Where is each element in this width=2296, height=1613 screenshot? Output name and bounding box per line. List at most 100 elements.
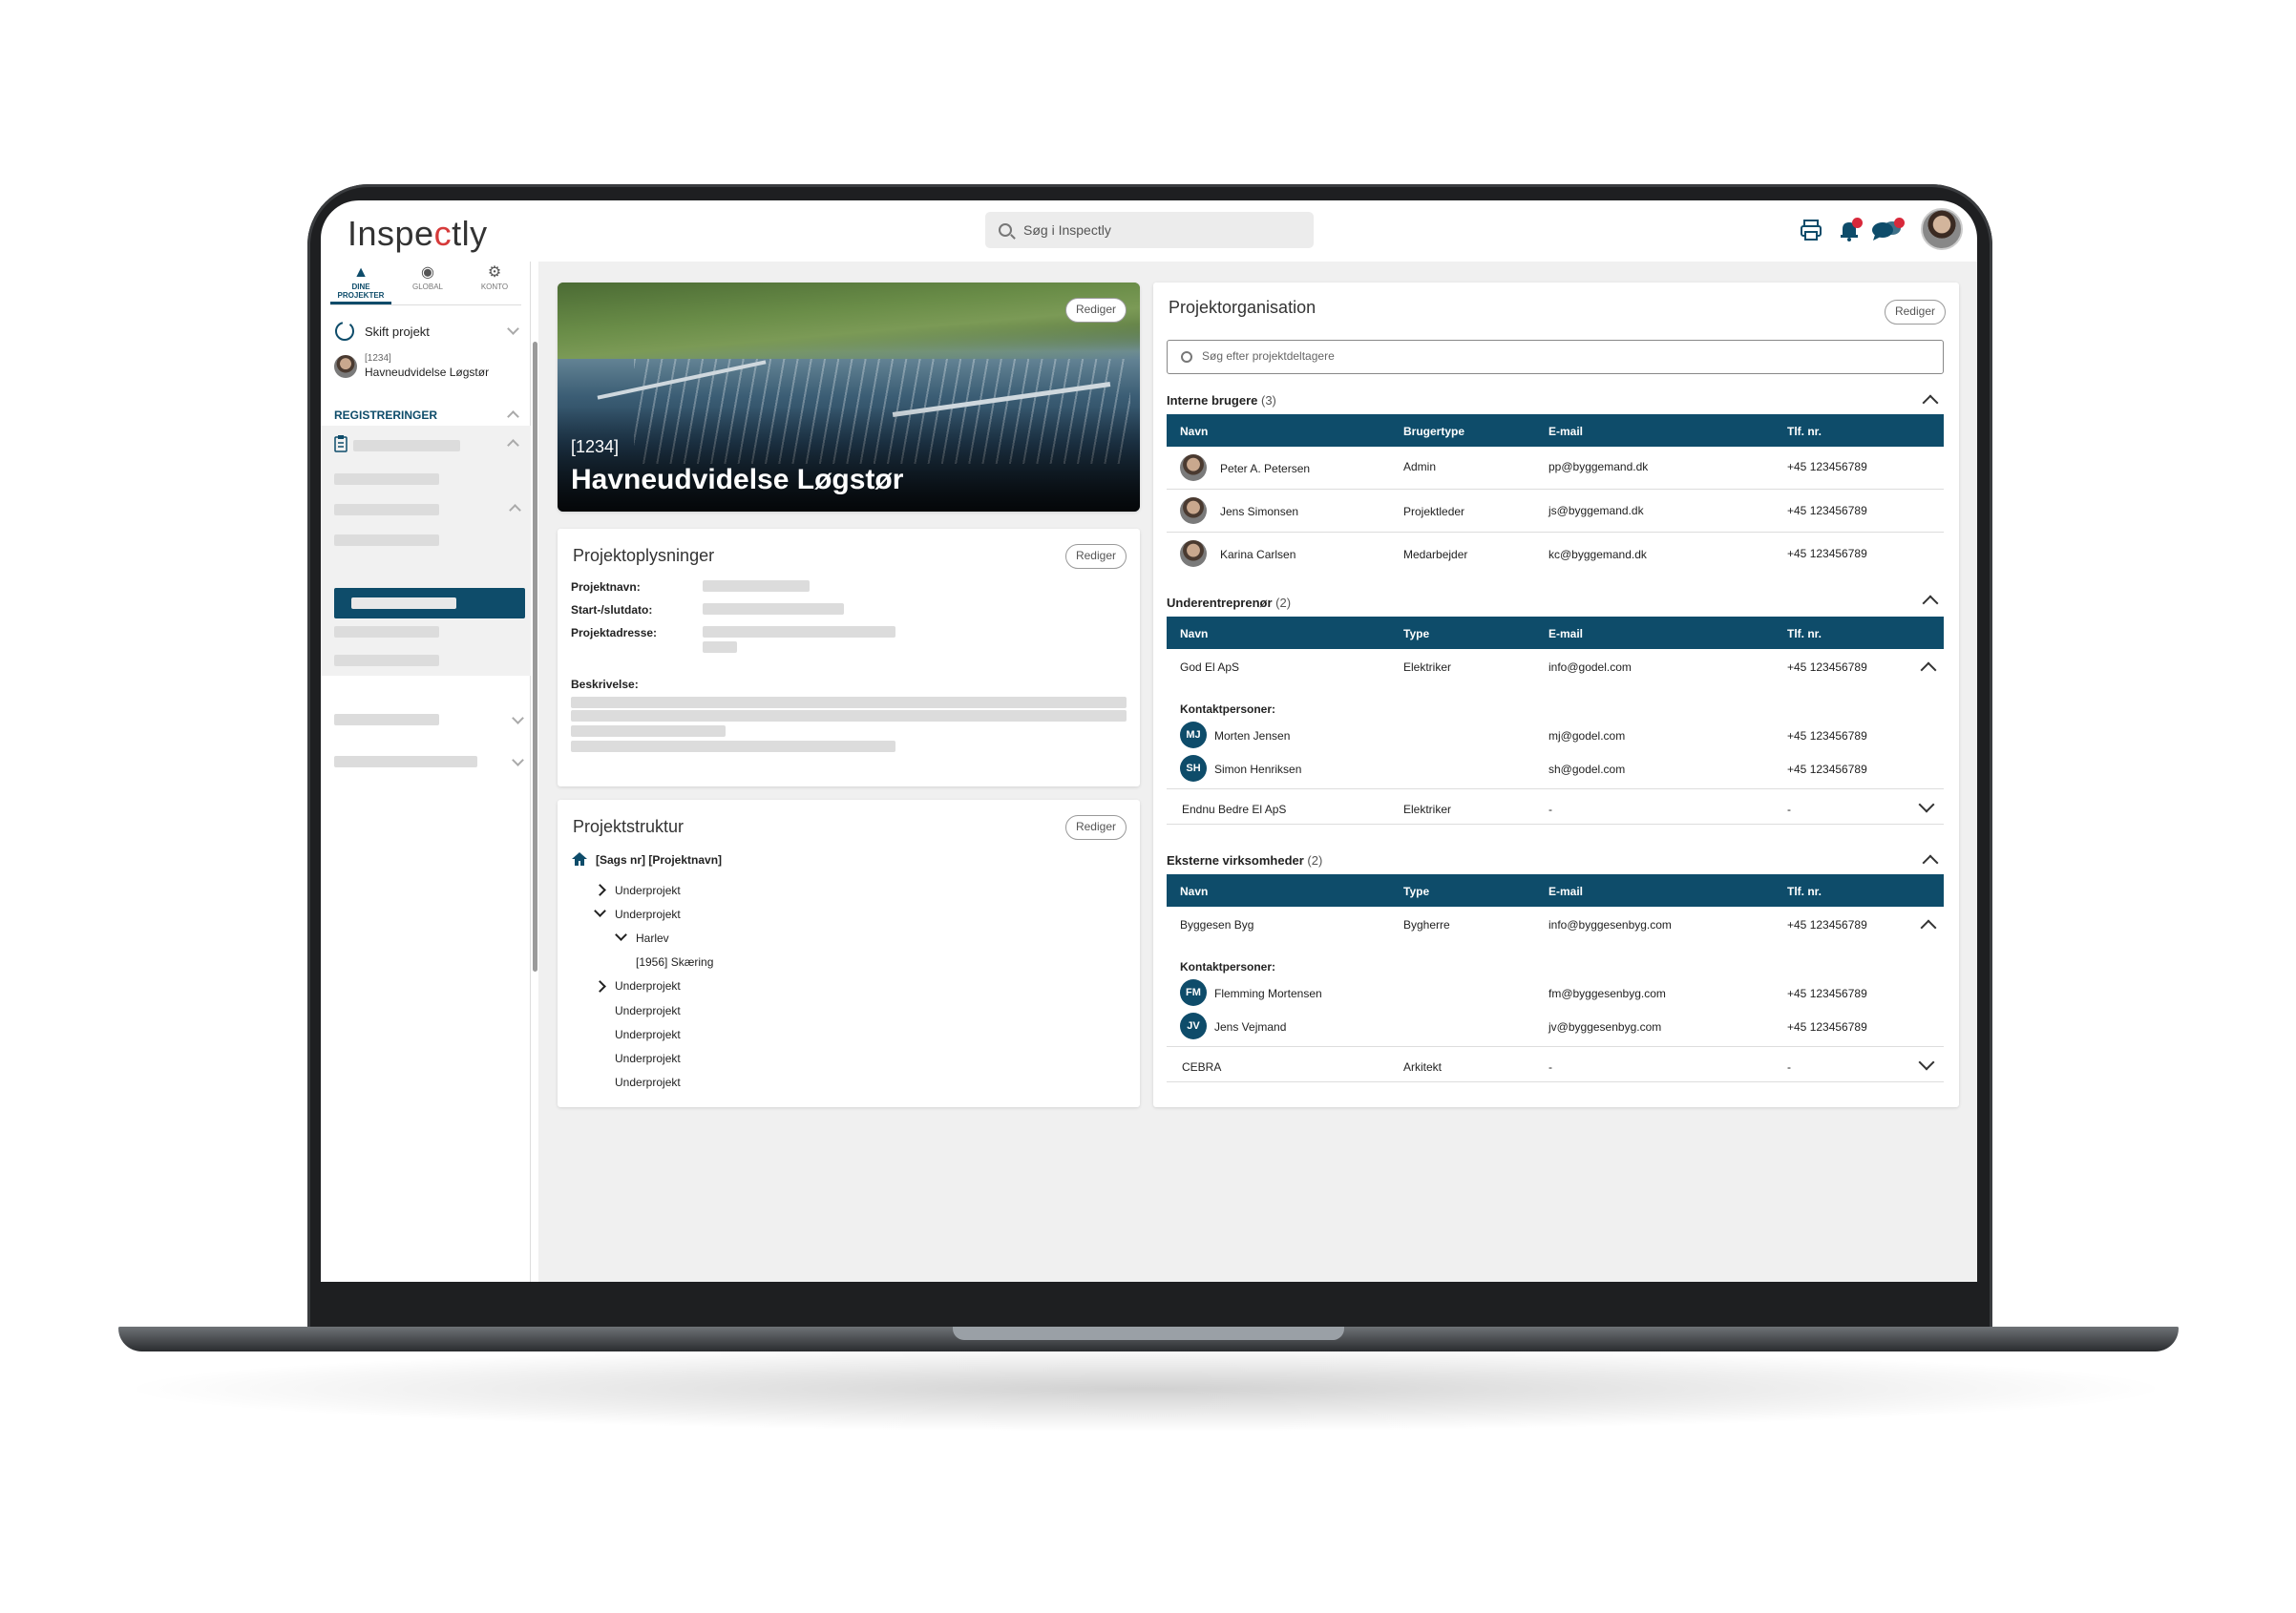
section-count: (2) <box>1307 853 1323 868</box>
placeholder-bar <box>351 597 456 609</box>
cell-email: jv@byggesenbyg.com <box>1548 1020 1662 1034</box>
chevron-up-icon[interactable] <box>1922 595 1939 612</box>
tab-global[interactable]: ◉ GLOBAL <box>397 262 458 304</box>
hero-edit-button[interactable]: Rediger <box>1064 298 1127 323</box>
cell-phone: - <box>1787 1060 1791 1074</box>
tree-item[interactable]: Underprojekt <box>615 884 681 897</box>
tree-item[interactable]: Harlev <box>636 932 669 945</box>
tree-root[interactable]: [Sags nr] [Projektnavn] <box>596 853 722 867</box>
switch-project-button[interactable]: Skift projekt <box>334 321 525 344</box>
cell-name: Endnu Bedre El ApS <box>1182 803 1287 816</box>
tree-item[interactable]: [1956] Skæring <box>636 955 713 969</box>
contact-row[interactable]: JV Jens Vejmand jv@byggesenbyg.com +45 1… <box>1167 1013 1944 1043</box>
col-header: Tlf. nr. <box>1787 885 1822 898</box>
chevron-down-icon[interactable] <box>1918 796 1935 813</box>
chevron-up-icon[interactable] <box>1922 394 1939 411</box>
col-header: Brugertype <box>1403 425 1465 438</box>
placeholder-bar[interactable] <box>334 756 477 767</box>
col-header: Navn <box>1180 627 1209 640</box>
col-header: Tlf. nr. <box>1787 425 1822 438</box>
company-row[interactable]: Endnu Bedre El ApS Elektriker - - <box>1167 788 1944 825</box>
switch-project-label: Skift projekt <box>365 325 430 339</box>
cell-name: Morten Jensen <box>1214 729 1291 743</box>
subcontractors-header[interactable]: Underentreprenør (2) <box>1167 596 1291 610</box>
search-placeholder: Søg i Inspectly <box>1023 222 1111 238</box>
placeholder-bar[interactable] <box>334 504 439 515</box>
table-row[interactable]: Karina Carlsen Medarbejder kc@byggemand.… <box>1167 533 1944 576</box>
project-structure-title: Projektstruktur <box>573 817 685 836</box>
project-organisation-edit-button[interactable]: Rediger <box>1884 300 1946 325</box>
switch-icon <box>335 322 354 341</box>
sidebar-item-active[interactable] <box>334 588 525 618</box>
chevron-up-icon[interactable] <box>1920 919 1937 936</box>
project-structure-edit-button[interactable]: Rediger <box>1064 815 1127 840</box>
registrations-header[interactable]: REGISTRERINGER <box>334 408 525 423</box>
chevron-down-icon[interactable] <box>615 929 627 941</box>
placeholder-bar[interactable] <box>334 626 439 638</box>
chat-badge <box>1894 218 1905 228</box>
cell-phone: +45 123456789 <box>1787 460 1867 473</box>
cell-type: Projektleder <box>1403 505 1465 518</box>
contact-row[interactable]: SH Simon Henriksen sh@godel.com +45 1234… <box>1167 755 1944 786</box>
chevron-down-icon[interactable] <box>594 905 606 917</box>
tree-item[interactable]: Underprojekt <box>615 1004 681 1017</box>
tab-konto[interactable]: ⚙ KONTO <box>464 262 525 304</box>
tree-item[interactable]: Underprojekt <box>615 1076 681 1089</box>
col-header: E-mail <box>1548 627 1584 640</box>
print-icon[interactable] <box>1799 218 1823 242</box>
user-avatar[interactable] <box>1921 208 1963 250</box>
avatar <box>1180 454 1207 481</box>
section-count: (3) <box>1260 393 1276 408</box>
chevron-right-icon[interactable] <box>594 884 606 896</box>
company-row[interactable]: God El ApS Elektriker info@godel.com +45… <box>1167 649 1944 683</box>
tree-item[interactable]: Underprojekt <box>615 1028 681 1041</box>
checklist-registrations-item[interactable] <box>334 435 525 456</box>
current-project[interactable]: [1234] Havneudvidelse Løgstør <box>334 353 525 382</box>
company-row[interactable]: Byggesen Byg Bygherre info@byggesenbyg.c… <box>1167 907 1944 941</box>
notification-bell-icon[interactable] <box>1837 218 1863 242</box>
contact-row[interactable]: FM Flemming Mortensen fm@byggesenbyg.com… <box>1167 979 1944 1010</box>
sidebar-scrollbar[interactable] <box>533 342 537 972</box>
hero-project-code: [1234] <box>571 437 620 456</box>
chevron-down-icon[interactable] <box>1918 1054 1935 1071</box>
avatar <box>1180 497 1207 524</box>
col-header: Navn <box>1180 885 1209 898</box>
chevron-right-icon[interactable] <box>594 980 606 993</box>
placeholder-bar[interactable] <box>334 534 439 546</box>
hard-hat-icon: ▲ <box>353 264 369 281</box>
table-row[interactable]: Jens Simonsen Projektleder js@byggemand.… <box>1167 490 1944 533</box>
tree-item[interactable]: Underprojekt <box>615 979 681 993</box>
cell-email: - <box>1548 1060 1552 1074</box>
cell-email: js@byggemand.dk <box>1548 504 1644 517</box>
hero-project-title: Havneudvidelse Løgstør <box>571 464 904 495</box>
tab-dine-projekter[interactable]: ▲ DINE PROJEKTER <box>330 262 391 304</box>
table-row[interactable]: Peter A. Petersen Admin pp@byggemand.dk … <box>1167 447 1944 490</box>
chevron-up-icon[interactable] <box>1920 661 1937 679</box>
placeholder-bar[interactable] <box>334 473 439 485</box>
field-label: Start-/slutdato: <box>571 603 653 617</box>
internal-users-header[interactable]: Interne brugere (3) <box>1167 393 1276 408</box>
participant-search-input[interactable]: Søg efter projektdeltagere <box>1167 340 1944 374</box>
company-row[interactable]: CEBRA Arkitekt - - <box>1167 1046 1944 1082</box>
tree-item[interactable]: Underprojekt <box>615 1052 681 1065</box>
home-icon <box>572 852 587 866</box>
cell-name: Peter A. Petersen <box>1220 462 1311 475</box>
hero-landscape <box>558 283 1140 359</box>
placeholder-bar <box>703 626 895 638</box>
contact-row[interactable]: MJ Morten Jensen mj@godel.com +45 123456… <box>1167 722 1944 752</box>
global-search-input[interactable]: Søg i Inspectly <box>985 212 1314 248</box>
cell-name: Karina Carlsen <box>1220 548 1296 561</box>
external-companies-header[interactable]: Eksterne virksomheder (2) <box>1167 853 1322 868</box>
placeholder-bar[interactable] <box>334 655 439 666</box>
cell-email: info@godel.com <box>1548 660 1632 674</box>
registrations-label: REGISTRERINGER <box>334 408 438 422</box>
chat-icon[interactable] <box>1871 218 1905 242</box>
tree-item[interactable]: Underprojekt <box>615 908 681 921</box>
project-info-edit-button[interactable]: Rediger <box>1064 544 1127 569</box>
cell-name: CEBRA <box>1182 1060 1222 1074</box>
chevron-down-icon <box>507 323 519 335</box>
chevron-up-icon[interactable] <box>1922 854 1939 871</box>
inspectly-logo[interactable]: Inspectly <box>348 214 488 254</box>
avatar <box>1180 540 1207 567</box>
placeholder-bar[interactable] <box>334 714 439 725</box>
